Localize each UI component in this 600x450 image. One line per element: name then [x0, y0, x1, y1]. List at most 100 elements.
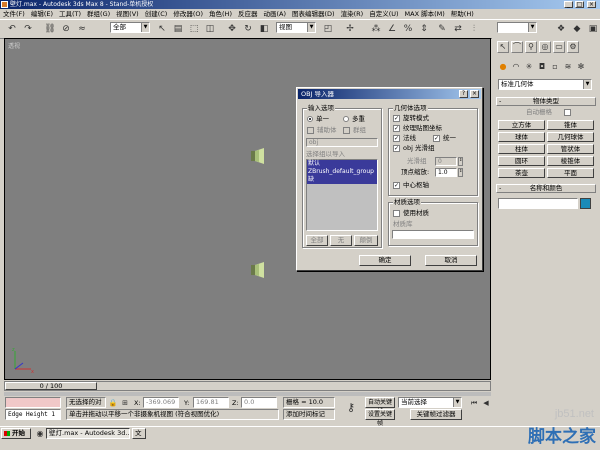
maxscript-listener-upper[interactable] — [5, 397, 61, 408]
name-field[interactable]: obj — [306, 138, 378, 147]
absolute-mode-icon[interactable]: ⊞ — [119, 397, 131, 409]
percent-snap-icon[interactable]: % — [402, 23, 414, 35]
tube-button[interactable]: 管状体 — [547, 144, 594, 154]
geosphere-button[interactable]: 几何球体 — [547, 132, 594, 142]
invert-selection-button[interactable]: 颠倒 — [354, 235, 378, 246]
autogrid-checkbox[interactable] — [564, 109, 571, 116]
material-lib-field[interactable] — [392, 230, 474, 239]
named-selection-combo[interactable]: ▼ — [497, 22, 537, 33]
unify-checkbox[interactable]: ✓ — [433, 135, 440, 142]
auto-key-button[interactable]: 自动关键帧 — [365, 397, 395, 415]
plane-button[interactable]: 平面 — [547, 168, 594, 178]
display-tab-icon[interactable]: ▭ — [553, 41, 565, 53]
quicklaunch-icon[interactable]: ◉ — [34, 428, 46, 440]
rect-selection-icon[interactable]: ⬚ — [188, 23, 200, 35]
name-color-rollout[interactable]: - 名称和颜色 — [496, 184, 596, 193]
center-pivot-checkbox[interactable]: ✓ — [393, 182, 400, 189]
key-icon[interactable]: ⚷ — [345, 402, 357, 414]
menu-maxscript[interactable]: MAX 脚本(M) — [402, 9, 448, 19]
object-type-rollout[interactable]: - 物体类型 — [496, 97, 596, 106]
menu-character[interactable]: 角色(H) — [206, 9, 235, 19]
cone-button[interactable]: 锥体 — [547, 120, 594, 130]
texture-coords-checkbox[interactable]: ✓ — [393, 125, 400, 132]
helpers-icon[interactable]: ▫ — [549, 61, 561, 72]
vertex-scale-field[interactable]: 1.0 — [435, 168, 457, 177]
menu-graph-editors[interactable]: 图表编辑器(D) — [289, 9, 338, 19]
pivot-icon[interactable]: ◰ — [322, 23, 334, 35]
close-button[interactable]: × — [587, 1, 596, 8]
time-slider-thumb[interactable]: 0 / 100 — [5, 382, 97, 390]
selection-filter-combo[interactable]: 全部 ▼ — [110, 22, 150, 33]
box-button[interactable]: 立方体 — [498, 120, 545, 130]
select-link-icon[interactable]: ⛓ — [44, 23, 56, 35]
sphere-button[interactable]: 球体 — [498, 132, 545, 142]
select-all-button[interactable]: 全部 — [306, 235, 328, 246]
rotate-icon[interactable]: ↻ — [242, 23, 254, 35]
group-checkbox[interactable] — [343, 127, 350, 134]
shapes-icon[interactable]: ◠ — [510, 61, 522, 72]
menu-rendering[interactable]: 渲染(R) — [338, 9, 367, 19]
window-crossing-icon[interactable]: ◫ — [204, 23, 216, 35]
smooth-group-field[interactable]: 0 — [435, 157, 457, 166]
rotate-checkbox[interactable]: ✓ — [393, 115, 400, 122]
menu-customize[interactable]: 自定义(U) — [366, 9, 401, 19]
unlink-icon[interactable]: ⊘ — [60, 23, 72, 35]
reference-coord-combo[interactable]: 视图 ▼ — [276, 22, 316, 33]
mirror-icon[interactable]: ⇄ — [452, 23, 464, 35]
vertex-scale-spinner[interactable]: ⇕ — [458, 168, 463, 177]
menu-edit[interactable]: 编辑(E) — [28, 9, 56, 19]
goto-start-icon[interactable]: ⏮ — [468, 397, 480, 409]
ok-button[interactable]: 确定 — [359, 255, 411, 266]
motion-tab-icon[interactable]: ◎ — [539, 41, 551, 53]
cylinder-button[interactable]: 柱体 — [498, 144, 545, 154]
smooth-groups-checkbox[interactable]: ✓ — [393, 145, 400, 152]
helper-checkbox[interactable] — [307, 127, 314, 134]
wall-lamp-object-bottom[interactable] — [251, 262, 265, 278]
move-icon[interactable]: ✥ — [226, 23, 238, 35]
select-none-button[interactable]: 无 — [330, 235, 352, 246]
angle-snap-icon[interactable]: ∠ — [386, 23, 398, 35]
systems-icon[interactable]: ✻ — [575, 61, 587, 72]
object-name-field[interactable] — [498, 198, 578, 209]
undo-icon[interactable]: ↶ — [6, 23, 18, 35]
smooth-group-spinner[interactable]: ⇕ — [458, 157, 463, 166]
lock-icon[interactable]: 🔒 — [107, 397, 119, 409]
start-button[interactable]: 开始 — [1, 428, 31, 439]
add-time-tag[interactable]: 添加时间标记 — [283, 409, 335, 420]
y-coord-field[interactable]: 169.81 — [193, 397, 229, 408]
cancel-button[interactable]: 取消 — [425, 255, 477, 266]
key-mode-combo[interactable]: 当前选择 ▼ — [398, 397, 462, 408]
wall-lamp-object-top[interactable] — [251, 148, 265, 164]
utilities-tab-icon[interactable]: ⚙ — [567, 41, 579, 53]
spinner-snap-icon[interactable]: ⇕ — [418, 23, 430, 35]
geometry-icon[interactable]: ● — [497, 61, 509, 72]
menu-help[interactable]: 帮助(H) — [448, 9, 477, 19]
z-coord-field[interactable]: 0.0 — [241, 397, 277, 408]
modify-tab-icon[interactable]: ⌒ — [511, 41, 523, 53]
menu-file[interactable]: 文件(F) — [0, 9, 28, 19]
menu-modifiers[interactable]: 修改器(O) — [170, 9, 206, 19]
menu-views[interactable]: 视图(V) — [113, 9, 142, 19]
single-radio[interactable] — [307, 116, 313, 122]
pyramid-button[interactable]: 棱锥体 — [547, 156, 594, 166]
select-by-name-icon[interactable]: ▤ — [172, 23, 184, 35]
render-scene-icon[interactable]: ❖ — [555, 23, 567, 35]
redo-icon[interactable]: ↷ — [22, 23, 34, 35]
menu-reactor[interactable]: 反应器 — [235, 9, 261, 19]
named-selection-icon[interactable]: ✎ — [436, 23, 448, 35]
render-type-icon[interactable]: ▣ — [587, 23, 599, 35]
align-icon[interactable]: ⫶ — [468, 23, 480, 35]
use-material-checkbox[interactable] — [393, 210, 400, 217]
help-icon[interactable]: ? — [459, 90, 468, 98]
dialog-close-icon[interactable]: × — [470, 90, 479, 98]
group-list-item[interactable]: 默认 — [307, 160, 377, 168]
bind-spacewarp-icon[interactable]: ≈ — [76, 23, 88, 35]
minimize-button[interactable]: _ — [564, 1, 573, 8]
spacewarps-icon[interactable]: ≋ — [562, 61, 574, 72]
menu-group[interactable]: 群组(G) — [84, 9, 113, 19]
select-manipulate-icon[interactable]: ✢ — [344, 23, 356, 35]
scale-icon[interactable]: ◧ — [258, 23, 270, 35]
group-list-item[interactable]: ZBrush_default_group — [307, 168, 377, 176]
snap-3d-icon[interactable]: ⁂ — [370, 23, 382, 35]
quick-render-icon[interactable]: ◆ — [571, 23, 583, 35]
